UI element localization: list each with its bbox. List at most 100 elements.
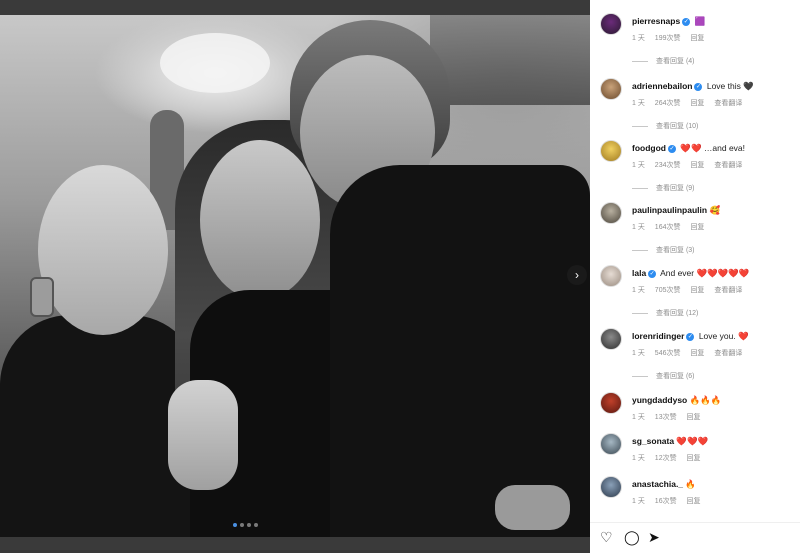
view-replies-button[interactable]: 查看回复 (12) [632,308,698,318]
comment-text: Love you. [698,331,736,341]
avatar[interactable] [600,140,622,162]
avatar[interactable] [600,328,622,350]
comments-panel: pierresnaps ✓ 🟪 1 天 199次赞 回复 查看回复 (4) adr… [590,0,800,552]
next-image-button[interactable]: › [567,265,587,285]
comment-time: 1 天 [632,498,645,505]
comment-likes[interactable]: 705次赞 [655,287,681,294]
carousel-dot [233,523,237,527]
avatar[interactable] [600,202,622,224]
comment-time: 1 天 [632,287,645,294]
view-replies-label: 查看回复 (12) [656,310,699,317]
comment-time: 1 天 [632,100,645,107]
comment-emoji: 🔥🔥🔥 [689,395,722,405]
avatar[interactable] [600,433,622,455]
view-replies-label: 查看回复 (4) [656,58,695,65]
comment-emoji: 🖤 [743,81,754,91]
comment-username[interactable]: foodgod [632,143,666,153]
comment-text: And ever [660,268,695,278]
view-replies-button[interactable]: 查看回复 (3) [632,245,695,255]
avatar[interactable] [600,265,622,287]
comment-emoji: 🥰 [709,205,721,215]
comment-likes[interactable]: 234次赞 [655,162,681,169]
view-replies-button[interactable]: 查看回复 (9) [632,183,695,193]
reply-button[interactable]: 回复 [687,498,701,505]
view-replies-label: 查看回复 (10) [656,123,699,130]
avatar[interactable] [600,78,622,100]
comment-username[interactable]: adriennebailon [632,81,692,91]
comment-likes[interactable]: 164次赞 [655,224,681,231]
reply-button[interactable]: 回复 [690,162,704,169]
chevron-right-icon: › [575,268,579,282]
comment-likes[interactable]: 13次赞 [655,414,677,421]
carousel-indicator [233,523,258,527]
translate-button[interactable]: 查看翻译 [714,350,742,357]
reply-button[interactable]: 回复 [690,287,704,294]
like-heart-icon[interactable]: ♡ [600,529,613,546]
view-replies-label: 查看回复 (6) [656,373,695,380]
hand-bottom-right [495,485,570,530]
translate-button[interactable]: 查看翻译 [714,100,742,107]
translate-button[interactable]: 查看翻译 [714,162,742,169]
avatar[interactable] [600,392,622,414]
view-replies-label: 查看回复 (9) [656,185,695,192]
ceiling-light [160,33,270,93]
post-media[interactable]: › [0,15,590,537]
reply-button[interactable]: 回复 [690,350,704,357]
verified-icon: ✓ [648,269,657,278]
view-replies-button[interactable]: 查看回复 (6) [632,371,695,381]
divider-line [632,187,648,189]
divider-line [632,375,648,377]
person-right-body [330,165,590,537]
comment-username[interactable]: pierresnaps [632,16,680,26]
comment-time: 1 天 [632,162,645,169]
comment-likes[interactable]: 16次赞 [655,498,677,505]
reply-button[interactable]: 回复 [690,35,704,42]
comment-username[interactable]: paulinpaulinpaulin [632,205,707,215]
comment-username[interactable]: lorenridinger [632,331,684,341]
divider-line [632,312,648,314]
verified-icon: ✓ [694,82,703,91]
comment-time: 1 天 [632,414,645,421]
carousel-dot [247,523,251,527]
comment-time: 1 天 [632,224,645,231]
avatar[interactable] [600,13,622,35]
comment-likes[interactable]: 12次赞 [655,455,677,462]
comment-likes[interactable]: 199次赞 [655,35,681,42]
divider-line [632,249,648,251]
peace-sign-hand [168,380,238,490]
comment-emoji: ❤️❤️❤️❤️❤️ [696,268,750,278]
reply-button[interactable]: 回复 [687,455,701,462]
comment-icon[interactable]: ◯ [624,529,640,546]
comment-likes[interactable]: 264次赞 [655,100,681,107]
comment-text: …and eva! [703,143,746,153]
verified-icon: ✓ [686,332,695,341]
person-middle-head [200,140,320,300]
comment-text: Love this [706,81,741,91]
view-replies-button[interactable]: 查看回复 (4) [632,56,695,66]
background-crowd [430,15,590,105]
carousel-dot [240,523,244,527]
translate-button[interactable]: 查看翻译 [714,287,742,294]
post-action-bar: ♡ ◯ ➤ [590,522,800,553]
comment-username[interactable]: lala [632,268,646,278]
reply-button[interactable]: 回复 [690,100,704,107]
verified-icon: ✓ [667,144,676,153]
comment-username[interactable]: anastachia._ [632,479,683,489]
comment-emoji: 🔥 [685,479,696,489]
comment-likes[interactable]: 546次赞 [655,350,681,357]
avatar[interactable] [600,476,622,498]
verified-icon: ✓ [682,17,691,26]
comment-username[interactable]: sg_sonata [632,436,674,446]
reply-button[interactable]: 回复 [687,414,701,421]
share-icon[interactable]: ➤ [648,529,660,546]
comment-emoji: 🟪 [694,16,706,26]
comment-time: 1 天 [632,350,645,357]
divider-line [632,125,648,127]
comment-username[interactable]: yungdaddyso [632,395,687,405]
comment-time: 1 天 [632,35,645,42]
comment-time: 1 天 [632,455,645,462]
comment-emoji: ❤️❤️ [680,143,702,153]
view-replies-button[interactable]: 查看回复 (10) [632,121,698,131]
reply-button[interactable]: 回复 [690,224,704,231]
divider-line [632,60,648,62]
